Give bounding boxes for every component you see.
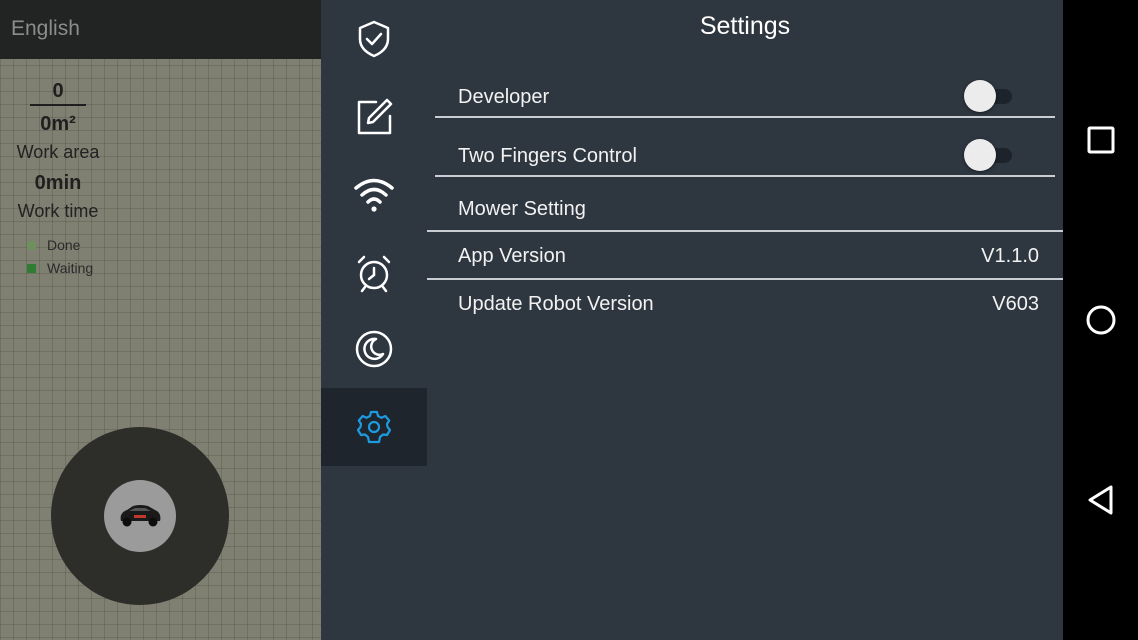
shield-check-icon <box>358 20 390 58</box>
wifi-icon <box>354 178 394 212</box>
gear-icon <box>357 410 391 444</box>
legend-swatch <box>27 263 36 273</box>
settings-nav-rail <box>321 0 427 640</box>
toggle-thumb <box>964 139 996 171</box>
system-nav-bar <box>1063 0 1138 640</box>
two-fingers-label: Two Fingers Control <box>458 145 637 167</box>
app-version-label: App Version <box>458 245 566 267</box>
legend-label: Done <box>47 237 81 253</box>
divider <box>427 230 1063 232</box>
toggle-thumb <box>964 80 996 112</box>
back-button[interactable] <box>1081 480 1121 520</box>
page-title: Settings <box>699 12 791 40</box>
work-time-label: Work time <box>17 201 99 221</box>
recents-button[interactable] <box>1081 120 1121 160</box>
divider <box>435 116 1055 118</box>
mower-icon <box>120 505 161 527</box>
task-count: 0 <box>52 80 64 102</box>
nav-alarm[interactable] <box>321 234 427 312</box>
map-panel: English 0 0m² Work area 0min Work time D… <box>0 0 321 640</box>
developer-label: Developer <box>458 86 550 108</box>
settings-panel: Settings Developer Two Fingers Control M… <box>427 0 1063 640</box>
work-time-value: 0min <box>34 172 82 194</box>
back-icon <box>1088 485 1113 515</box>
nav-safety[interactable] <box>321 0 427 78</box>
language-selector[interactable]: English <box>11 17 80 41</box>
legend-item-waiting: Waiting <box>27 260 93 276</box>
edit-icon <box>357 98 393 135</box>
legend-swatch <box>27 240 36 250</box>
app-version-value: V1.1.0 <box>981 245 1039 267</box>
alarm-clock-icon <box>357 255 391 293</box>
nav-edit[interactable] <box>321 78 427 156</box>
nav-night[interactable] <box>321 310 427 388</box>
divider <box>435 175 1055 177</box>
legend-label: Waiting <box>47 260 94 276</box>
nav-wifi[interactable] <box>321 156 427 234</box>
recents-icon <box>1087 126 1115 154</box>
top-bar: English <box>0 0 321 59</box>
joystick-knob[interactable] <box>104 480 176 552</box>
home-icon <box>1086 305 1116 335</box>
divider <box>30 104 86 106</box>
update-robot-version-item[interactable]: Update Robot Version <box>458 293 654 316</box>
developer-toggle[interactable] <box>964 80 1016 112</box>
moon-icon <box>355 330 393 368</box>
work-area-value: 0m² <box>40 113 76 135</box>
divider <box>427 278 1063 280</box>
work-area-label: Work area <box>16 142 100 162</box>
nav-settings[interactable] <box>321 388 427 466</box>
two-fingers-toggle[interactable] <box>964 139 1016 171</box>
home-button[interactable] <box>1081 300 1121 340</box>
legend-item-done: Done <box>27 237 80 253</box>
robot-version-value: V603 <box>992 293 1039 315</box>
mower-setting-item[interactable]: Mower Setting <box>458 198 586 221</box>
